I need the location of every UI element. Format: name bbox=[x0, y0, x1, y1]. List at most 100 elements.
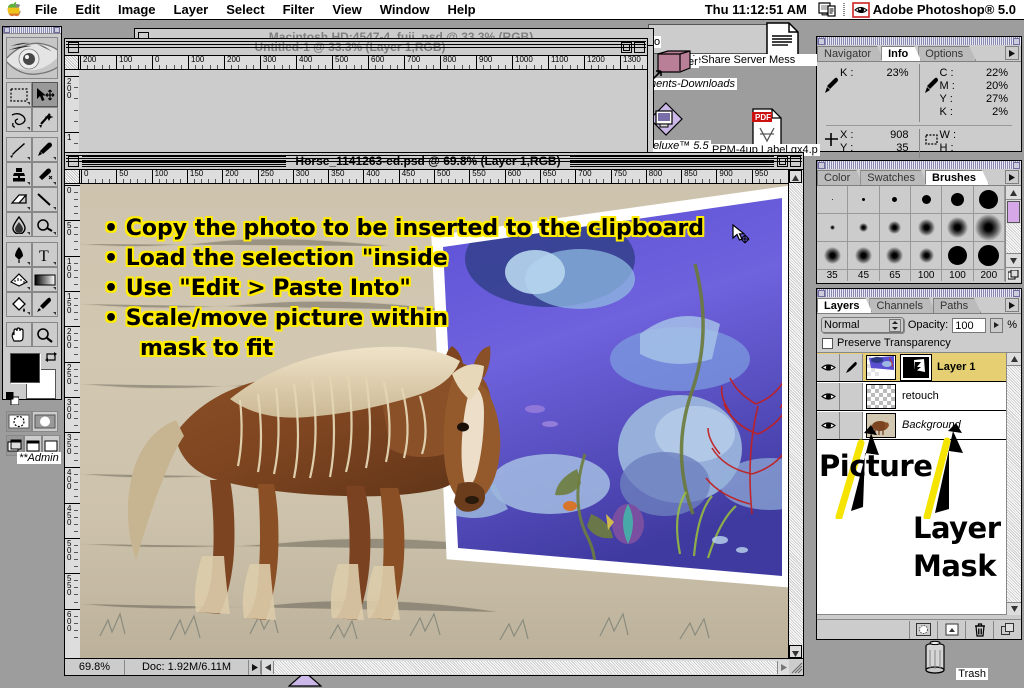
add-layer-mask-icon[interactable] bbox=[909, 620, 937, 639]
palette-close-box[interactable] bbox=[818, 289, 825, 297]
brush-preset[interactable] bbox=[817, 186, 849, 214]
layer-thumbnail[interactable] bbox=[866, 354, 896, 380]
ruler-origin-box[interactable] bbox=[65, 56, 78, 70]
collapse-box[interactable] bbox=[634, 41, 645, 53]
scroll-left-arrow[interactable] bbox=[262, 660, 274, 674]
zoom-box[interactable] bbox=[777, 155, 789, 167]
menu-help[interactable]: Help bbox=[438, 0, 484, 19]
active-application-name[interactable]: Adobe Photoshop® 5.0 bbox=[873, 2, 1024, 17]
tab-brushes[interactable]: Brushes bbox=[925, 170, 989, 185]
palette-collapse-box[interactable] bbox=[1013, 161, 1020, 169]
tab-paths[interactable]: Paths bbox=[933, 298, 981, 313]
brushes-palette-tabs[interactable]: Color Swatches Brushes bbox=[817, 169, 1021, 186]
palette-collapse-box[interactable] bbox=[1013, 289, 1020, 297]
blur-tool[interactable] bbox=[6, 212, 32, 237]
layer-visibility-toggle[interactable] bbox=[817, 353, 840, 381]
preserve-transparency-checkbox[interactable] bbox=[822, 337, 833, 349]
apple-logo-icon[interactable] bbox=[6, 1, 26, 19]
brush-preset[interactable] bbox=[848, 242, 880, 270]
scroll-thumb[interactable] bbox=[1007, 201, 1020, 223]
eyedropper-tool[interactable] bbox=[32, 292, 58, 317]
layer-active-indicator[interactable] bbox=[840, 353, 863, 381]
resize-grip[interactable] bbox=[789, 660, 803, 675]
gradient-tool[interactable] bbox=[32, 267, 58, 292]
menu-filter[interactable]: Filter bbox=[274, 0, 324, 19]
layer-visibility-toggle[interactable] bbox=[817, 411, 840, 439]
layer-visibility-toggle[interactable] bbox=[817, 382, 840, 410]
tab-channels[interactable]: Channels bbox=[869, 298, 935, 313]
brush-preset[interactable] bbox=[848, 186, 880, 214]
scroll-up-arrow[interactable] bbox=[1006, 186, 1021, 200]
tab-color[interactable]: Color bbox=[817, 170, 863, 185]
paintbrush-tool[interactable] bbox=[32, 137, 58, 162]
toolbox-close-box[interactable] bbox=[4, 27, 10, 33]
layer-active-indicator[interactable] bbox=[840, 382, 863, 410]
brushes-palette-drag-bar[interactable] bbox=[817, 161, 1021, 169]
standard-mode-button[interactable] bbox=[6, 411, 32, 432]
layers-palette[interactable]: Layers Channels Paths Normal Opacity: 10… bbox=[816, 288, 1022, 640]
brush-preset[interactable] bbox=[879, 242, 911, 270]
layer-row-layer-1[interactable]: Layer 1 bbox=[817, 353, 1006, 382]
tab-navigator[interactable]: Navigator bbox=[817, 46, 884, 61]
main-vertical-scrollbar[interactable] bbox=[788, 170, 803, 658]
doc-size-field[interactable]: Doc: 1.92M/6.11M bbox=[125, 659, 249, 675]
brush-preset[interactable] bbox=[911, 186, 943, 214]
blend-mode-select[interactable]: Normal bbox=[821, 317, 904, 333]
main-document-window[interactable]: Horse_1141263-ed.psd @ 69.8% (Layer 1,RG… bbox=[64, 152, 804, 676]
menu-view[interactable]: View bbox=[323, 0, 370, 19]
layers-palette-footer[interactable] bbox=[817, 619, 1021, 639]
layer-thumbnail[interactable] bbox=[866, 412, 896, 438]
menu-window[interactable]: Window bbox=[371, 0, 439, 19]
ruler-origin-box[interactable] bbox=[65, 170, 79, 184]
layer-name[interactable]: Background bbox=[902, 419, 961, 431]
brush-preset[interactable] bbox=[848, 214, 880, 242]
tool-group-selection[interactable] bbox=[6, 82, 58, 132]
scroll-track[interactable] bbox=[1006, 224, 1021, 253]
brush-preset[interactable] bbox=[973, 242, 1005, 270]
document-canvas[interactable]: • Copy the photo to be inserted to the c… bbox=[80, 184, 788, 658]
chevron-updown-icon[interactable] bbox=[888, 319, 901, 332]
close-box[interactable] bbox=[68, 155, 79, 167]
brush-cells[interactable] bbox=[817, 186, 1005, 270]
zoom-tool[interactable] bbox=[32, 322, 58, 347]
rubber-stamp-tool[interactable] bbox=[6, 162, 32, 187]
palette-collapse-box[interactable] bbox=[1013, 37, 1020, 45]
brush-preset[interactable] bbox=[879, 214, 911, 242]
tab-info[interactable]: Info bbox=[881, 46, 921, 61]
scroll-track[interactable] bbox=[1007, 366, 1021, 602]
scroll-up-arrow[interactable] bbox=[1007, 353, 1021, 366]
layers-palette-tabs[interactable]: Layers Channels Paths bbox=[817, 297, 1021, 314]
move-tool[interactable] bbox=[32, 82, 58, 107]
layer-row-retouch[interactable]: retouch bbox=[817, 382, 1006, 411]
layer-name[interactable]: Layer 1 bbox=[937, 361, 976, 373]
paint-bucket-tool[interactable] bbox=[6, 292, 32, 317]
zoom-level-field[interactable]: 69.8% bbox=[65, 659, 125, 675]
layer-thumbnail[interactable] bbox=[866, 383, 896, 409]
brush-preset[interactable] bbox=[942, 242, 974, 270]
tool-group-view[interactable] bbox=[6, 322, 58, 347]
layers-palette-drag-bar[interactable] bbox=[817, 289, 1021, 297]
history-brush-tool[interactable] bbox=[32, 162, 58, 187]
brush-preset[interactable] bbox=[973, 186, 1005, 214]
opacity-slider-button[interactable] bbox=[990, 317, 1004, 333]
scroll-up-arrow[interactable] bbox=[789, 170, 802, 183]
status-popup-arrow[interactable] bbox=[249, 660, 261, 674]
foreground-color-swatch[interactable] bbox=[10, 353, 40, 383]
brush-preset[interactable] bbox=[911, 242, 943, 270]
brush-preset[interactable] bbox=[973, 214, 1005, 242]
mask-mode-buttons[interactable] bbox=[6, 411, 58, 432]
scroll-track[interactable] bbox=[789, 183, 803, 645]
palette-menu-arrow-icon[interactable] bbox=[1005, 46, 1019, 60]
airbrush-tool[interactable] bbox=[6, 137, 32, 162]
preserve-transparency-row[interactable]: Preserve Transparency bbox=[817, 336, 1021, 353]
menu-layer[interactable]: Layer bbox=[165, 0, 218, 19]
info-palette-drag-bar[interactable] bbox=[817, 37, 1021, 45]
color-swatches[interactable] bbox=[6, 351, 58, 407]
eraser-tool[interactable] bbox=[6, 187, 32, 212]
layer-blend-options[interactable]: Normal Opacity: 100 % bbox=[817, 314, 1021, 336]
brush-preset[interactable] bbox=[942, 186, 974, 214]
brushes-palette[interactable]: Color Swatches Brushes 35 45 65 100 100 200 bbox=[816, 160, 1022, 284]
tab-layers[interactable]: Layers bbox=[817, 298, 872, 313]
h-scroll-track[interactable] bbox=[274, 660, 777, 674]
default-colors-icon[interactable] bbox=[6, 392, 19, 405]
